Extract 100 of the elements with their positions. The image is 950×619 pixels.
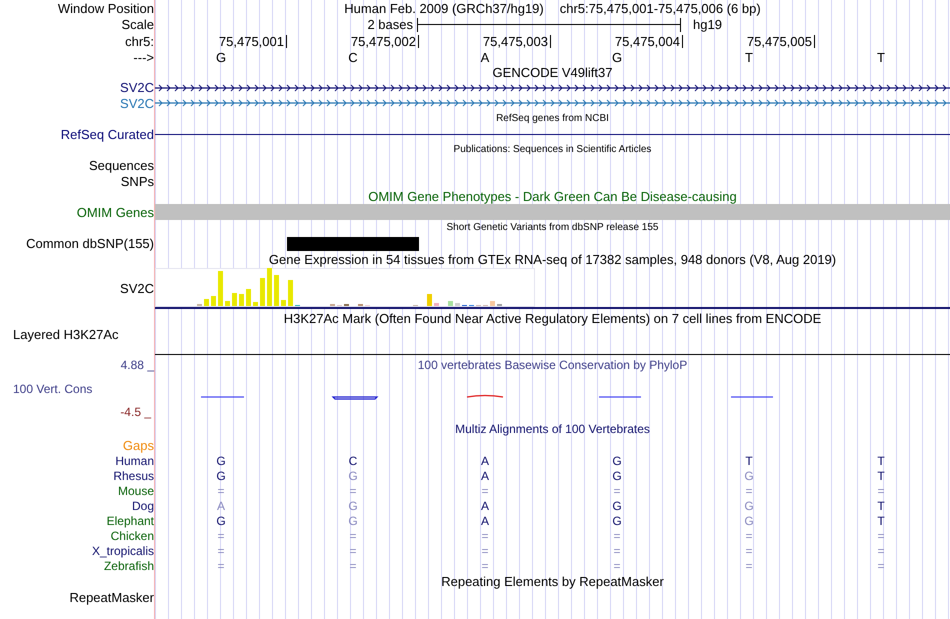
ruler-position: 75,475,001: [218, 35, 285, 48]
alignment-base: =: [877, 560, 884, 572]
track-title: OMIM Gene Phenotypes - Dark Green Can Be Disease-causing: [368, 190, 737, 203]
ruler-position: 75,475,004: [614, 35, 681, 48]
track-label[interactable]: SV2C: [120, 96, 154, 110]
alignment-base: G: [348, 470, 358, 482]
track-label[interactable]: 100 Vert. Cons: [13, 383, 92, 395]
position-title: chr5:75,475,001-75,475,006 (6 bp): [560, 2, 761, 14]
track-label[interactable]: Scale: [121, 18, 154, 31]
base-letter: G: [612, 50, 622, 64]
base-letter: G: [216, 50, 226, 64]
alignment-base: G: [612, 454, 622, 466]
species-label: Human: [115, 454, 154, 466]
track-label[interactable]: Common dbSNP(155): [26, 237, 154, 250]
species-label: Elephant: [106, 514, 154, 526]
base-letter: T: [745, 50, 753, 64]
alignment-base: =: [217, 544, 224, 556]
species-label: X_tropicalis: [92, 544, 154, 556]
alignment-base: =: [481, 560, 488, 572]
species-label: Mouse: [118, 484, 154, 496]
alignment-base: =: [745, 530, 752, 542]
alignment-base: =: [613, 544, 620, 556]
alignment-base: T: [877, 514, 885, 526]
alignment-base: =: [349, 530, 356, 542]
alignment-base: =: [481, 544, 488, 556]
alignment-base: G: [216, 514, 226, 526]
alignment-base: A: [480, 514, 489, 526]
ruler-tick: [550, 35, 551, 48]
track-title: Publications: Sequences in Scientific Articles: [454, 145, 652, 155]
species-label: Zebrafish: [104, 560, 154, 572]
alignment-base: G: [612, 514, 622, 526]
alignment-base: =: [877, 484, 884, 496]
ruler-tick: [286, 35, 287, 48]
track-title: GENCODE V49lift37: [492, 66, 612, 78]
alignment-base: =: [217, 530, 224, 542]
track-title: Multiz Alignments of 100 Vertebrates: [455, 423, 650, 435]
alignment-base: G: [348, 514, 358, 526]
alignment-base: G: [612, 500, 622, 512]
alignment-base: A: [216, 500, 225, 512]
alignment-base: G: [612, 470, 622, 482]
axis-max-label: 4.88 _: [120, 359, 154, 371]
ruler-position: 75,475,002: [350, 35, 417, 48]
track-label[interactable]: SV2C: [120, 81, 154, 94]
species-label: Rhesus: [113, 470, 154, 482]
track-label[interactable]: Layered H3K27Ac: [13, 328, 119, 341]
alignment-base: =: [481, 530, 488, 542]
alignment-base: =: [745, 484, 752, 496]
ruler-tick: [682, 35, 683, 48]
track-title: H3K27Ac Mark (Often Found Near Active Regulatory Elements) on 7 cell lines from ENCODE: [284, 312, 822, 324]
track-title: Repeating Elements by RepeatMasker: [441, 574, 664, 588]
alignment-base: =: [217, 484, 224, 496]
alignment-base: =: [877, 530, 884, 542]
track-label[interactable]: SV2C: [120, 282, 154, 295]
alignment-base: A: [480, 470, 489, 482]
ruler-tick: [418, 35, 419, 48]
alignment-base: =: [613, 530, 620, 542]
alignment-base: G: [744, 514, 754, 526]
ruler-position: 75,475,003: [482, 35, 549, 48]
base-letter: C: [348, 50, 358, 64]
alignment-base: =: [349, 484, 356, 496]
alignment-base: =: [217, 560, 224, 572]
alignment-base: G: [744, 500, 754, 512]
track-title: Gene Expression in 54 tissues from GTEx RNA-seq of 17382 samples, 948 donors (V8, Aug 2019): [268, 253, 836, 266]
alignment-base: T: [877, 500, 885, 512]
alignment-base: =: [613, 484, 620, 496]
base-letter: T: [877, 50, 885, 64]
scale-text: 2 bases: [366, 18, 414, 31]
alignment-base: =: [349, 560, 356, 572]
alignment-base: T: [877, 454, 885, 466]
track-title: Short Genetic Variants from dbSNP release 155: [446, 223, 658, 233]
alignment-base: =: [877, 544, 884, 556]
track-title: 100 vertebrates Basewise Conservation by PhyloP: [418, 359, 688, 371]
track-label[interactable]: Sequences: [88, 159, 154, 172]
alignment-base: C: [348, 454, 358, 466]
species-label: Dog: [132, 500, 154, 512]
species-label: Chicken: [110, 530, 154, 542]
base-letter: A: [480, 50, 490, 64]
alignment-base: G: [348, 500, 358, 512]
track-title: RefSeq genes from NCBI: [496, 114, 609, 124]
ruler-tick: [814, 35, 815, 48]
alignment-base: =: [745, 560, 752, 572]
scale-assembly: hg19: [692, 18, 722, 31]
alignment-base: A: [480, 454, 489, 466]
ruler-position: 75,475,005: [746, 35, 813, 48]
assembly-title: Human Feb. 2009 (GRCh37/hg19): [344, 2, 544, 14]
track-label[interactable]: OMIM Genes: [76, 206, 154, 218]
alignment-base: =: [349, 544, 356, 556]
track-label[interactable]: Window Position: [58, 2, 154, 14]
alignment-base: G: [744, 470, 754, 482]
track-label[interactable]: chr5:: [125, 35, 154, 48]
track-label[interactable]: --->: [133, 50, 154, 64]
axis-min-label: -4.5 _: [120, 406, 151, 418]
alignment-base: =: [745, 544, 752, 556]
alignment-base: G: [216, 454, 226, 466]
track-label[interactable]: RefSeq Curated: [60, 128, 154, 140]
alignment-base: G: [216, 470, 226, 482]
track-label[interactable]: RepeatMasker: [69, 590, 154, 604]
alignment-base: T: [745, 454, 753, 466]
alignment-base: A: [480, 500, 489, 512]
track-label[interactable]: SNPs: [120, 174, 154, 188]
